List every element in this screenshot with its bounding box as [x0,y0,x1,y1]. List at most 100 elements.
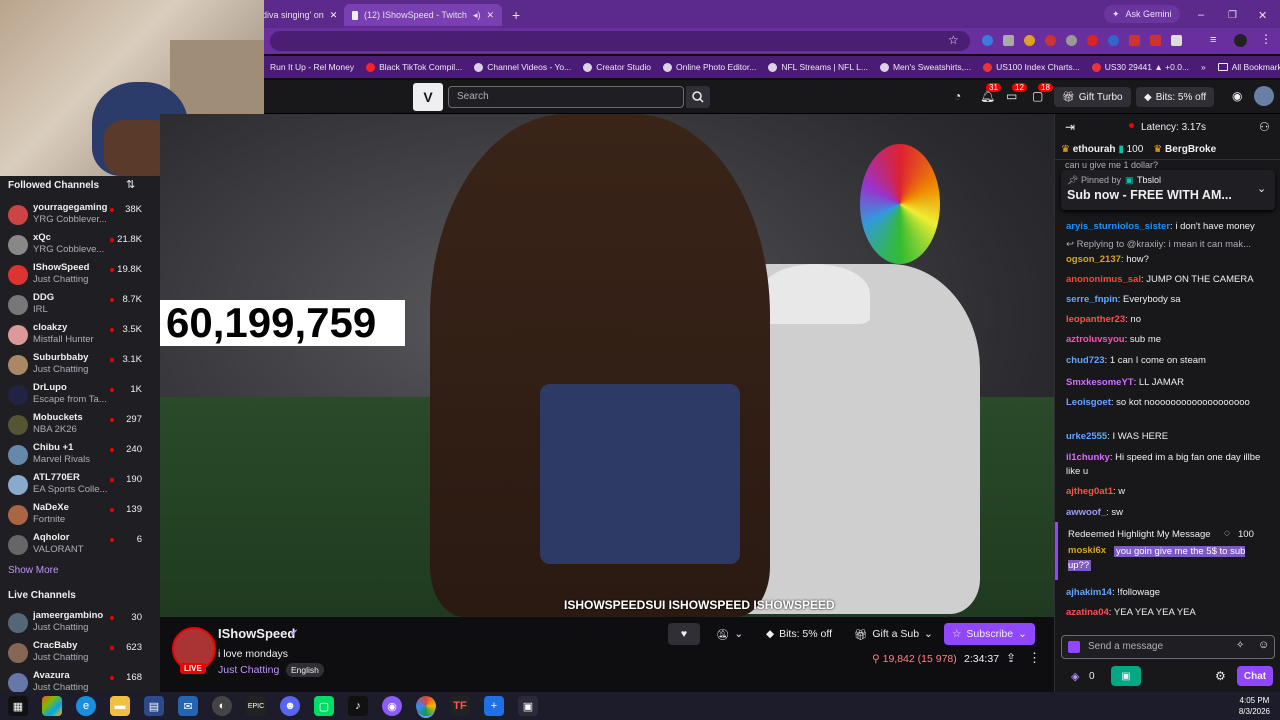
chat-send-button[interactable]: Chat [1237,666,1273,686]
leaderboard-entry[interactable]: ♛ BergBroke [1153,144,1216,155]
extension-icon[interactable] [1087,35,1098,46]
sidebar-channel[interactable]: ATL770ER EA Sports Colle... 190 [0,470,160,500]
app-icon[interactable]: ▣ [518,696,538,716]
edge-icon[interactable]: e [76,696,96,716]
windows-start-icon[interactable] [42,696,62,716]
follow-heart-button[interactable]: ♥ [668,623,700,645]
extension-icon[interactable] [1129,35,1140,46]
app-icon[interactable]: ▢ [314,696,334,716]
chat-username[interactable]: ogson_2137 [1066,254,1121,265]
ai-sparkle-icon[interactable]: ✧ [1236,640,1244,651]
chat-username[interactable]: Leoisgoet [1066,397,1111,408]
chat-username[interactable]: leopanther23 [1066,314,1125,325]
sidebar-channel[interactable]: jameergambino Just Chatting 30 [0,608,160,638]
more-vert-icon[interactable]: ⋮ [1028,650,1041,666]
chat-username[interactable]: il1chunky [1066,452,1110,463]
new-tab-button[interactable]: + [504,4,528,26]
calculator-icon[interactable]: ▤ [144,696,164,716]
close-icon[interactable]: ✕ [330,10,338,21]
browser-tab-inactive[interactable]: diva singing' on ✕ [254,4,344,26]
puzzle-icon[interactable] [1171,35,1182,46]
search-input[interactable]: Search [448,86,684,108]
sidebar-channel[interactable]: yourragegaming YRG Cobblever... 38K [0,200,160,230]
bookmark-item[interactable]: Creator Studio [577,62,657,72]
close-icon[interactable]: ✕ [486,10,494,21]
chat-username[interactable]: ajtheg0at1 [1066,486,1113,497]
sidebar-channel[interactable]: cloakzy Mistfall Hunter 3.5K [0,320,160,350]
chat-username[interactable]: aryis_sturniolos_sister [1066,221,1170,232]
pinned-message[interactable]: 📌︎ Pinned by ▣ Tbslol Sub now - FREE WIT… [1061,170,1275,210]
extension-icon[interactable] [1045,35,1056,46]
file-explorer-icon[interactable]: ▬ [110,696,130,716]
system-clock[interactable]: 4:05 PM 8/3/2026 [1239,695,1270,717]
chat-username[interactable]: azatina04 [1066,607,1109,618]
bookmark-item[interactable]: US100 Index Charts... [977,62,1086,72]
site-logo[interactable]: V [413,83,443,111]
tf-app-icon[interactable]: TF [450,696,470,716]
prime-crown-icon[interactable]: ◔ [954,89,961,103]
chat-username[interactable]: serre_fnpin [1066,294,1118,305]
task-view-icon[interactable]: ▦ [8,696,28,716]
sidebar-channel[interactable]: Avazura Just Chatting 168 [0,668,160,692]
omnibox[interactable] [270,31,970,51]
sidebar-channel[interactable]: CracBaby Just Chatting 623 [0,638,160,668]
users-icon[interactable]: ⚇ [1259,120,1270,134]
ask-gemini-button[interactable]: ✦ Ask Gemini [1104,5,1180,23]
subscribe-button[interactable]: ☆ Subscribe ⌄ [944,623,1035,645]
notification-toggle[interactable]: 🔕︎ ⌄ [708,623,751,645]
more-vert-icon[interactable]: ⋮ [1260,32,1272,46]
sidebar-channel[interactable]: Mobuckets NBA 2K26 297 [0,410,160,440]
chat-username[interactable]: awwoof_ [1066,507,1106,518]
discord-icon[interactable]: ☻ [280,696,300,716]
extension-icon[interactable] [982,35,993,46]
stream-tag[interactable]: English [286,663,324,677]
restore-button[interactable]: ❐ [1220,4,1245,26]
speaker-icon[interactable]: ◂) [473,10,481,21]
show-more-link[interactable]: Show More [8,565,59,576]
collapse-chat-icon[interactable]: ⇥ [1065,120,1075,134]
chrome-icon[interactable] [416,696,436,716]
outlook-icon[interactable]: ✉ [178,696,198,716]
extension-icon[interactable] [1024,35,1035,46]
bits-cheer-icon[interactable] [1068,641,1080,653]
bookmark-item[interactable]: NFL Streams | NFL L... [762,62,874,72]
minimize-button[interactable]: – [1190,4,1212,26]
chat-input[interactable]: Send a message ✧ ☺ [1061,635,1275,659]
app-icon[interactable]: ◉ [382,696,402,716]
star-icon[interactable]: ☆ [948,33,959,47]
gift-turbo-button[interactable]: 🎁︎ Gift Turbo [1054,87,1131,107]
bookmark-item[interactable]: Run It Up - Rel Money [264,62,360,72]
obs-icon[interactable]: ◐ [212,696,232,716]
channel-points-icon[interactable]: ◈ [1071,670,1079,683]
bits-button[interactable]: ◆ Bits: 5% off [1136,87,1215,107]
sidebar-channel[interactable]: Chibu +1 Marvel Rivals 240 [0,440,160,470]
extension-icon[interactable] [1066,35,1077,46]
emote-icon[interactable]: ☺ [1258,639,1269,651]
channel-name[interactable]: IShowSpeed [218,626,295,641]
stream-category[interactable]: Just Chatting [218,664,279,676]
extension-icon[interactable] [1108,35,1119,46]
search-button[interactable] [686,86,710,108]
more-bookmarks-icon[interactable]: » [1195,62,1212,72]
gift-box-button[interactable]: ▣ [1111,666,1141,686]
sidebar-channel[interactable]: DDG IRL 8.7K [0,290,160,320]
menu-lines-icon[interactable]: ≡ [1210,34,1216,46]
chat-username[interactable]: aztroluvsyou [1066,334,1125,345]
share-icon[interactable]: ⇪ [1006,651,1016,665]
window-close-button[interactable]: ✕ [1250,4,1275,26]
sidebar-channel[interactable]: NaDeXe Fortnite 139 [0,500,160,530]
turbo-icon[interactable]: ◉ [1232,89,1242,103]
extension-icon[interactable] [1003,35,1014,46]
browser-tab-active[interactable]: (12) IShowSpeed - Twitch ◂) ✕ [344,4,502,26]
chat-username[interactable]: SmxkesomeYT [1066,377,1134,388]
sort-icon[interactable]: ⇅ [126,178,135,191]
tiktok-icon[interactable]: ♪ [348,696,368,716]
chat-username[interactable]: ajhakim14 [1066,587,1112,598]
settings-gear-icon[interactable]: ⚙ [1215,669,1226,683]
sidebar-channel[interactable]: Suburbbaby Just Chatting 3.1K [0,350,160,380]
profile-avatar[interactable] [1234,34,1247,47]
bookmark-item[interactable]: Online Photo Editor... [657,62,762,72]
bookmark-item[interactable]: Black TikTok Compil... [360,62,468,72]
all-bookmarks[interactable]: All Bookmarks [1212,62,1280,72]
video-player[interactable]: 60,199,759 ISHOWSPEEDSUI ISHOWSPEED ISHO… [160,114,1054,617]
